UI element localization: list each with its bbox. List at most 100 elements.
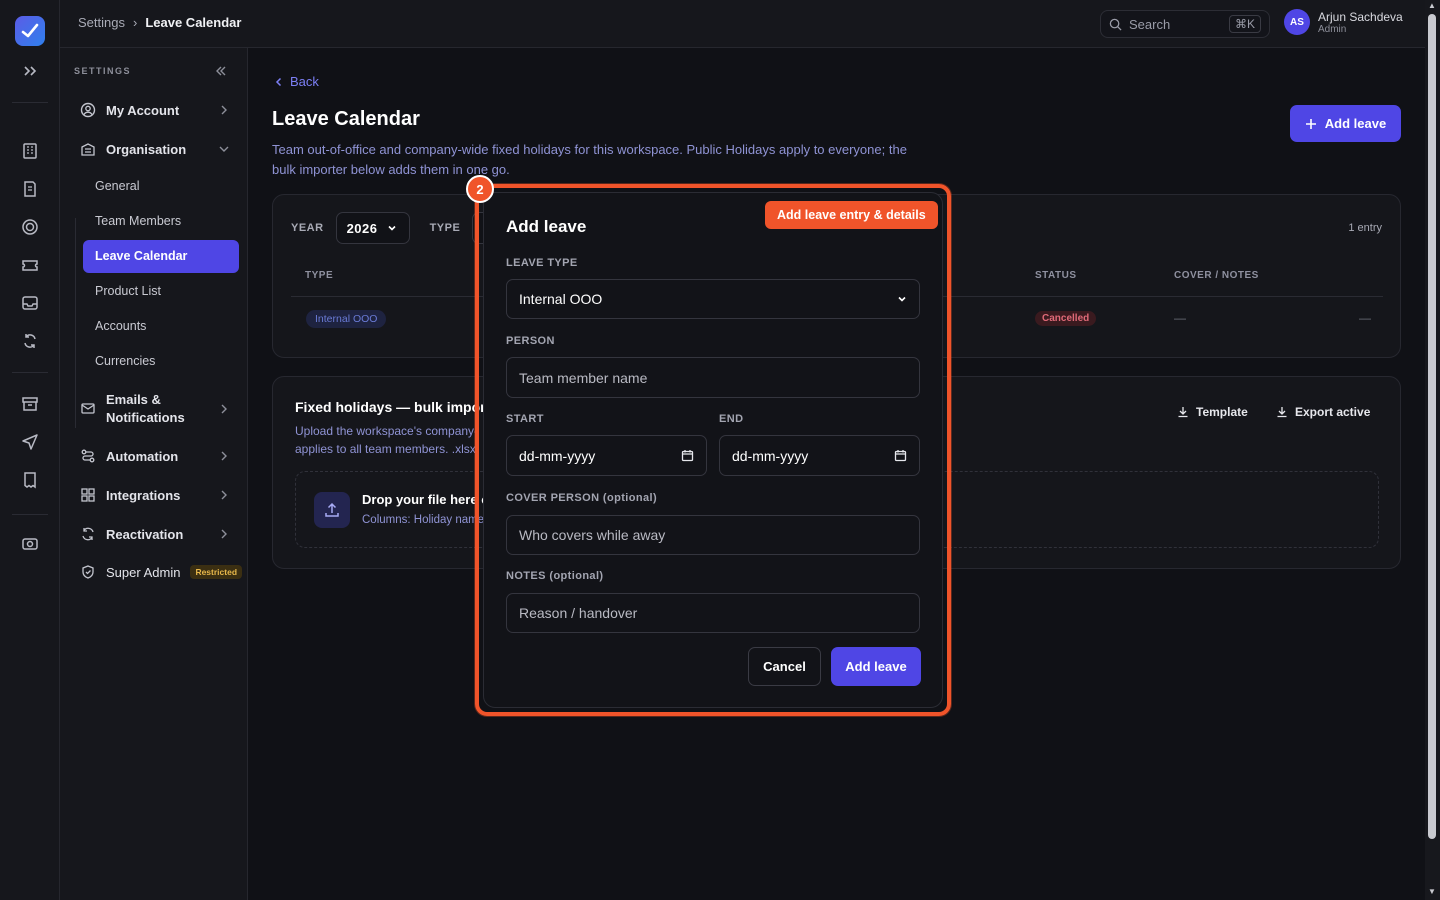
scroll-down-icon[interactable]: ▼ xyxy=(1428,888,1437,896)
sidebar-item-automation[interactable]: Automation xyxy=(80,448,230,464)
submit-add-leave-button[interactable]: Add leave xyxy=(831,647,921,686)
app-logo[interactable] xyxy=(15,16,45,46)
calendar-icon[interactable] xyxy=(894,449,907,462)
camera-icon[interactable] xyxy=(20,533,40,553)
cover-person-placeholder: Who covers while away xyxy=(519,527,666,543)
notes-input[interactable]: Reason / handover xyxy=(506,593,920,633)
sidebar-item-emails-notifications[interactable]: Emails & Notifications xyxy=(80,391,230,427)
grid-icon xyxy=(80,487,96,503)
user-circle-icon xyxy=(80,102,96,118)
step-marker: 2 xyxy=(466,175,494,203)
chevron-right-icon xyxy=(218,528,230,540)
template-button[interactable]: Template xyxy=(1177,405,1248,419)
sidebar-item-label: Super Admin xyxy=(106,564,181,580)
year-select[interactable]: 2026 xyxy=(335,212,410,244)
back-link[interactable]: Back xyxy=(274,74,319,89)
scrollbar-thumb[interactable] xyxy=(1428,14,1436,839)
cover-person-input[interactable]: Who covers while away xyxy=(506,515,920,555)
leave-type-select[interactable]: Internal OOO xyxy=(506,279,920,319)
end-date-input[interactable]: dd-mm-yyyy xyxy=(719,435,920,476)
modal-title: Add leave xyxy=(506,217,587,236)
shield-icon xyxy=(80,564,96,580)
sidebar-item-reactivation[interactable]: Reactivation xyxy=(80,526,230,542)
sidebar-subitem-leave-calendar[interactable]: Leave Calendar xyxy=(83,240,239,273)
plus-icon xyxy=(1305,118,1317,130)
expand-icon[interactable] xyxy=(20,61,40,81)
calendar-icon[interactable] xyxy=(681,449,694,462)
export-label: Export active xyxy=(1295,405,1371,419)
avatar[interactable]: AS xyxy=(1284,9,1310,35)
export-active-button[interactable]: Export active xyxy=(1276,405,1370,419)
sidebar-item-super-admin[interactable]: Super Admin Restricted xyxy=(80,564,250,580)
sidebar-item-label: My Account xyxy=(106,102,180,118)
sidebar-subitem-general[interactable]: General xyxy=(83,170,239,203)
building-icon[interactable] xyxy=(20,141,40,161)
person-placeholder: Team member name xyxy=(519,369,648,386)
sidebar-header: SETTINGS xyxy=(74,66,132,76)
scrollbar[interactable]: ▲ ▼ xyxy=(1425,0,1440,900)
breadcrumb: Settings › Leave Calendar xyxy=(78,15,241,30)
start-label: START xyxy=(506,413,544,425)
notes-label-text: NOTES xyxy=(506,570,546,582)
dropzone-subtitle: Columns: Holiday name xyxy=(362,514,485,526)
mail-icon xyxy=(80,400,96,416)
person-label: PERSON xyxy=(506,335,555,347)
search-icon xyxy=(1109,18,1122,31)
building-icon xyxy=(80,141,96,157)
sidebar-item-organisation[interactable]: Organisation xyxy=(80,141,230,157)
sidebar-subitem-currencies[interactable]: Currencies xyxy=(83,345,239,378)
inbox-icon[interactable] xyxy=(20,293,40,313)
person-input[interactable]: Team member name xyxy=(506,357,920,398)
notes-placeholder: Reason / handover xyxy=(519,605,638,621)
sidebar-subitem-product-list[interactable]: Product List xyxy=(83,275,239,308)
cancel-button[interactable]: Cancel xyxy=(748,647,821,686)
type-label: TYPE xyxy=(429,222,461,234)
leave-type-badge: Internal OOO xyxy=(306,310,387,328)
document-icon[interactable] xyxy=(20,179,40,199)
add-leave-button[interactable]: Add leave xyxy=(1290,105,1401,142)
dropzone-title: Drop your file here o xyxy=(362,492,490,507)
user-menu[interactable]: AS Arjun Sachdeva Admin xyxy=(1284,9,1403,35)
collapse-sidebar-icon[interactable] xyxy=(214,64,228,78)
page-title: Leave Calendar xyxy=(272,108,420,130)
scroll-up-icon[interactable]: ▲ xyxy=(1428,2,1437,10)
sidebar-item-label: Automation xyxy=(106,448,179,464)
submenu-guide-line xyxy=(75,218,76,428)
rail-divider xyxy=(12,102,48,103)
entry-count: 1 entry xyxy=(1348,222,1382,234)
bulk-import-title: Fixed holidays — bulk impor xyxy=(295,399,486,415)
sidebar-subitem-team-members[interactable]: Team Members xyxy=(83,205,239,238)
top-bar: Settings › Leave Calendar Search ⌘K AS A… xyxy=(60,0,1425,48)
ticket-icon[interactable] xyxy=(20,255,40,275)
end-label: END xyxy=(719,413,744,425)
sync-icon[interactable] xyxy=(20,331,40,351)
settings-sidebar: SETTINGS My Account Organisation General… xyxy=(60,48,248,900)
archive-icon[interactable] xyxy=(20,394,40,414)
restricted-badge: Restricted xyxy=(190,565,243,579)
cover-notes-value: — xyxy=(1174,311,1186,325)
chevron-down-icon xyxy=(218,143,230,155)
leave-type-value: Internal OOO xyxy=(519,291,603,307)
template-label: Template xyxy=(1196,405,1248,419)
bulk-desc-line2: applies to all team members. .xlsx xyxy=(295,442,476,456)
cover-person-label: COVER PERSON (optional) xyxy=(506,492,657,504)
sidebar-item-my-account[interactable]: My Account xyxy=(80,102,230,118)
sidebar-item-integrations[interactable]: Integrations xyxy=(80,487,230,503)
search-box[interactable]: Search ⌘K xyxy=(1100,10,1270,38)
refresh-icon xyxy=(80,526,96,542)
receipt-icon[interactable] xyxy=(20,470,40,490)
column-header-cover-notes: COVER / NOTES xyxy=(1174,270,1259,281)
sidebar-subitem-accounts[interactable]: Accounts xyxy=(83,310,239,343)
optional-tag: (optional) xyxy=(602,492,658,504)
start-date-input[interactable]: dd-mm-yyyy xyxy=(506,435,707,476)
send-icon[interactable] xyxy=(20,432,40,452)
breadcrumb-settings[interactable]: Settings xyxy=(78,15,125,30)
rail-divider xyxy=(12,514,48,515)
rail-divider xyxy=(12,372,48,373)
target-icon[interactable] xyxy=(20,217,40,237)
app-rail xyxy=(0,0,60,900)
automation-icon xyxy=(80,448,96,464)
search-placeholder: Search xyxy=(1129,16,1171,32)
status-badge: Cancelled xyxy=(1035,311,1097,326)
notes-label: NOTES (optional) xyxy=(506,570,603,582)
